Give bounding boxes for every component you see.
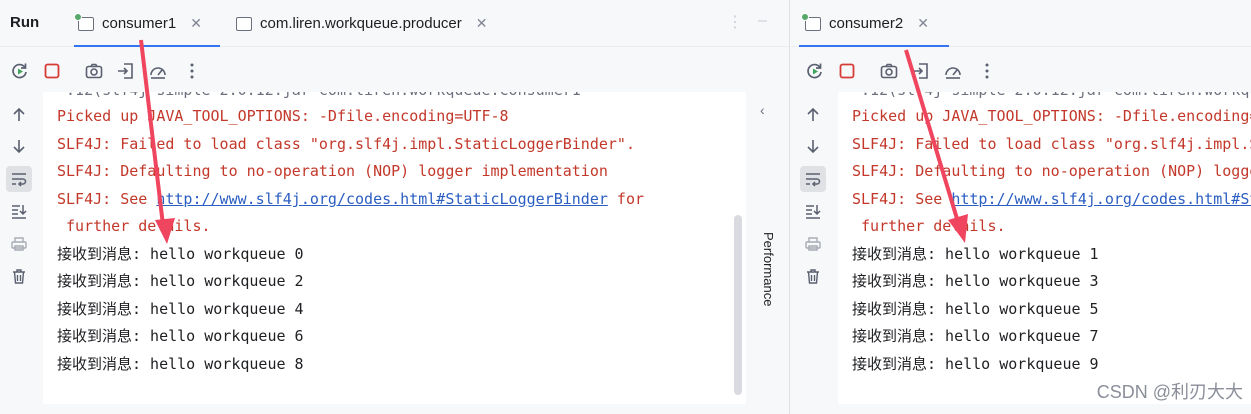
scroll-to-end-icon[interactable] [6,198,32,224]
console-line: 接收到消息: hello workqueue 1 [852,245,1099,263]
console-line: 接收到消息: hello workqueue 3 [852,272,1099,290]
print-icon[interactable] [800,231,826,257]
close-icon[interactable]: ✕ [476,15,488,32]
exit-icon[interactable] [114,59,138,83]
console-line: SLF4J: Defaulting to no-operation (NOP) … [57,162,608,180]
camera-icon[interactable] [877,59,901,83]
docs-link[interactable]: http://www.slf4j.org/codes.html#StaticLo… [951,190,1251,208]
trash-icon[interactable] [800,263,826,289]
run-config-icon [74,12,94,31]
console-line: 接收到消息: hello workqueue 6 [57,327,304,345]
stop-icon[interactable] [40,59,64,83]
run-toolbar [0,56,789,86]
console-line: 接收到消息: hello workqueue 7 [852,327,1099,345]
console-line: 接收到消息: hello workqueue 0 [57,245,304,263]
watermark: CSDN @利刃大大 [1096,382,1243,402]
up-arrow-icon[interactable] [6,102,32,128]
console-output[interactable]: -.12(slf4j-simple-2.0.12.jar com.liren.w… [43,92,746,404]
rerun-icon[interactable] [803,59,827,83]
tab-label: com.liren.workqueue.producer [260,15,462,32]
rerun-icon[interactable] [8,59,32,83]
console-line: -.12(slf4j-simple-2.0.12.jar com.liren.w… [57,92,581,100]
console-scrollbar[interactable] [734,215,742,395]
run-config-icon [801,12,821,31]
exit-icon[interactable] [909,59,933,83]
tab-label: consumer1 [102,15,177,32]
console-line: 接收到消息: hello workqueue 4 [57,300,304,318]
tab-consumer2[interactable]: consumer2 ✕ [799,0,949,47]
chevron-left-icon[interactable]: ‹ [760,102,765,118]
trash-icon[interactable] [6,263,32,289]
down-arrow-icon[interactable] [800,133,826,159]
console-output[interactable]: -.12(slf4j-simple-2.0.12.jar com.liren.w… [838,92,1251,404]
run-config-icon [236,16,252,31]
console-line: Picked up JAVA_TOOL_OPTIONS: -Dfile.enco… [57,107,509,125]
tab-consumer1[interactable]: consumer1 ✕ [74,0,220,47]
tab-label: consumer2 [829,15,904,32]
performance-label[interactable]: Performance [761,232,776,306]
performance-strip: ‹ Performance [748,92,788,402]
tab-bar: consumer2 ✕ [791,0,1251,47]
profiler-icon[interactable] [941,59,965,83]
console-line: SLF4J: See http://www.slf4j.org/codes.ht… [852,189,1251,209]
run-panel-left: Run consumer1 ✕ com.liren.workqueue.prod… [0,0,790,414]
close-icon[interactable]: ✕ [917,15,929,32]
more-icon[interactable] [180,59,204,83]
stop-icon[interactable] [835,59,859,83]
camera-icon[interactable] [82,59,106,83]
console-line: 接收到消息: hello workqueue 8 [57,355,304,373]
console-line: 接收到消息: hello workqueue 9 [852,355,1099,373]
more-icon[interactable] [975,59,999,83]
console-line: further details. [57,217,211,235]
console-line: SLF4J: Failed to load class "org.slf4j.i… [852,135,1251,153]
docs-link[interactable]: http://www.slf4j.org/codes.html#StaticLo… [156,190,608,208]
console-line: Picked up JAVA_TOOL_OPTIONS: -Dfile.enco… [852,107,1251,125]
profiler-icon[interactable] [146,59,170,83]
console-line: 接收到消息: hello workqueue 2 [57,272,304,290]
scroll-to-end-icon[interactable] [800,198,826,224]
console-line: further details. [852,217,1006,235]
console-line: 接收到消息: hello workqueue 5 [852,300,1099,318]
minimize-icon[interactable]: – [758,12,767,30]
console-line: SLF4J: Defaulting to no-operation (NOP) … [852,162,1251,180]
run-toolbar [791,56,1251,86]
tab-bar: Run consumer1 ✕ com.liren.workqueue.prod… [0,0,789,47]
console-line: SLF4J: Failed to load class "org.slf4j.i… [57,135,635,153]
console-line: SLF4J: See http://www.slf4j.org/codes.ht… [57,190,645,208]
console-line: -.12(slf4j-simple-2.0.12.jar com.liren.w… [852,92,1251,100]
down-arrow-icon[interactable] [6,133,32,159]
soft-wrap-icon[interactable] [6,166,32,192]
run-title: Run [10,14,40,31]
soft-wrap-icon[interactable] [800,166,826,192]
more-tabs-icon[interactable]: ⋮ [727,12,743,32]
up-arrow-icon[interactable] [800,102,826,128]
print-icon[interactable] [6,231,32,257]
close-icon[interactable]: ✕ [190,15,202,32]
tab-producer[interactable]: com.liren.workqueue.producer ✕ [236,0,516,47]
